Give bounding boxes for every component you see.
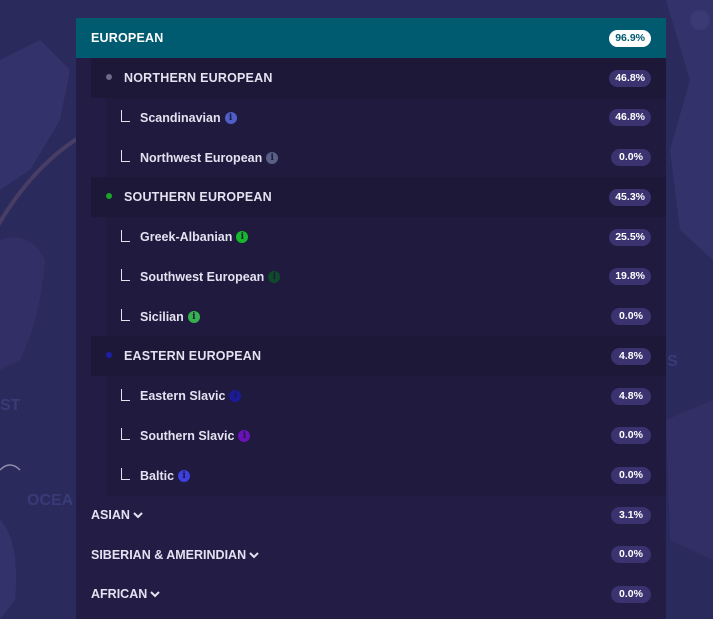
- info-icon[interactable]: i: [238, 429, 251, 442]
- collapsed-region-list: ASIAN 3.1% SIBERIAN & AMERINDIAN 0.0% AFRICA…: [76, 496, 666, 615]
- subregion-header[interactable]: EASTERN EUROPEAN 4.8%: [91, 336, 666, 377]
- population-name-group: Greek-Albanian i: [121, 229, 249, 245]
- population-name-group: Eastern Slavic i: [121, 388, 242, 404]
- population-label: Greek-Albanian: [140, 230, 233, 245]
- population-label: Southwest European: [140, 269, 265, 284]
- region-label: SIBERIAN & AMERINDIAN: [91, 547, 247, 562]
- map-label-fragment: S: [667, 353, 678, 370]
- percent-badge: 0.0%: [611, 546, 651, 564]
- region-label: ASIAN: [91, 508, 130, 523]
- info-icon[interactable]: i: [266, 151, 279, 164]
- subregion-label: SOUTHERN EUROPEAN: [124, 190, 272, 205]
- map-label-fragment: ST: [0, 397, 21, 414]
- chevron-down-icon[interactable]: [150, 590, 160, 598]
- percent-badge: 46.8%: [609, 69, 651, 87]
- population-label: Baltic: [140, 468, 175, 483]
- tree-connector: [121, 309, 130, 322]
- info-icon[interactable]: i: [224, 111, 237, 124]
- tree-connector: [121, 229, 130, 242]
- percent-badge: 0.0%: [611, 308, 651, 326]
- region-european-header[interactable]: EUROPEAN 96.9%: [76, 18, 666, 58]
- population-row[interactable]: Greek-Albanian i 25.5%: [106, 217, 666, 257]
- tree-connector: [121, 269, 130, 282]
- population-row[interactable]: Sicilian i 0.0%: [106, 297, 666, 337]
- percent-badge: 46.8%: [609, 109, 651, 127]
- region-collapsed-header[interactable]: ASIAN 3.1%: [76, 496, 666, 536]
- population-list: Greek-Albanian i 25.5% Southwest European i 1…: [106, 217, 666, 337]
- population-label: Sicilian: [140, 309, 184, 324]
- ancestry-breakdown-panel: EUROPEAN 96.9% NORTHERN EUROPEAN 46.8% Sca…: [76, 18, 666, 619]
- percent-badge: 4.8%: [611, 347, 651, 365]
- region-name-group: ASIAN: [91, 508, 143, 522]
- population-label: Scandinavian: [140, 110, 221, 125]
- percent-badge: 0.0%: [611, 585, 651, 603]
- percent-badge: 0.0%: [611, 149, 651, 167]
- tree-connector: [121, 468, 130, 481]
- tree-connector: [121, 110, 130, 123]
- percent-badge: 19.8%: [609, 268, 651, 286]
- info-icon[interactable]: i: [268, 270, 281, 283]
- percent-badge: 3.1%: [611, 506, 651, 524]
- tree-connector: [121, 428, 130, 441]
- region-collapsed-header[interactable]: SIBERIAN & AMERINDIAN 0.0%: [76, 535, 666, 575]
- subregion-list: NORTHERN EUROPEAN 46.8% Scandinavian i 46.8%…: [76, 58, 666, 496]
- tree-connector: [121, 388, 130, 401]
- population-row[interactable]: Southern Slavic i 0.0%: [106, 416, 666, 456]
- population-name-group: Scandinavian i: [121, 110, 237, 125]
- region-collapsed-header[interactable]: AFRICAN 0.0%: [76, 575, 666, 615]
- percent-badge: 96.9%: [609, 29, 651, 47]
- info-icon[interactable]: i: [187, 310, 200, 323]
- population-name-group: Sicilian i: [121, 309, 200, 324]
- percent-badge: 0.0%: [611, 427, 651, 445]
- percent-badge: 4.8%: [611, 387, 651, 405]
- population-row[interactable]: Northwest European i 0.0%: [106, 138, 666, 178]
- population-list: Scandinavian i 46.8% Northwest European i 0.0…: [106, 98, 666, 178]
- info-icon[interactable]: i: [229, 390, 242, 403]
- tree-connector: [121, 150, 130, 163]
- population-row[interactable]: Baltic i 0.0%: [106, 456, 666, 496]
- subregion-label: EASTERN EUROPEAN: [124, 349, 262, 364]
- chevron-down-icon[interactable]: [249, 551, 259, 559]
- region-name-group: AFRICAN: [91, 587, 160, 601]
- region-label: EUROPEAN: [91, 31, 164, 45]
- chevron-down-icon[interactable]: [133, 511, 143, 519]
- population-row[interactable]: Eastern Slavic i 4.8%: [106, 376, 666, 416]
- percent-badge: 25.5%: [609, 228, 651, 246]
- info-icon[interactable]: i: [236, 231, 249, 244]
- population-name-group: Northwest European i: [121, 150, 279, 165]
- population-list: Eastern Slavic i 4.8% Southern Slavic i 0.0% B…: [106, 376, 666, 496]
- percent-badge: 0.0%: [611, 467, 651, 485]
- population-name-group: Southern Slavic i: [121, 428, 251, 443]
- region-label: AFRICAN: [91, 587, 148, 602]
- subregion-color-dot: [106, 352, 112, 359]
- subregion-label: NORTHERN EUROPEAN: [124, 71, 273, 85]
- population-label: Northwest European: [140, 150, 263, 165]
- region-name-group: SIBERIAN & AMERINDIAN: [91, 548, 259, 562]
- population-name-group: Southwest European i: [121, 269, 281, 284]
- population-label: Southern Slavic: [140, 428, 235, 443]
- info-icon[interactable]: i: [178, 469, 191, 482]
- population-row[interactable]: Scandinavian i 46.8%: [106, 98, 666, 138]
- subregion-header[interactable]: NORTHERN EUROPEAN 46.8%: [91, 58, 666, 98]
- population-row[interactable]: Southwest European i 19.8%: [106, 257, 666, 297]
- subregion-color-dot: [106, 193, 112, 200]
- subregion-header[interactable]: SOUTHERN EUROPEAN 45.3%: [91, 177, 666, 218]
- map-label-fragment: OCEA: [27, 492, 74, 509]
- subregion-color-dot: [106, 74, 112, 80]
- population-name-group: Baltic i: [121, 468, 191, 483]
- population-label: Eastern Slavic: [140, 389, 226, 404]
- percent-badge: 45.3%: [609, 188, 651, 206]
